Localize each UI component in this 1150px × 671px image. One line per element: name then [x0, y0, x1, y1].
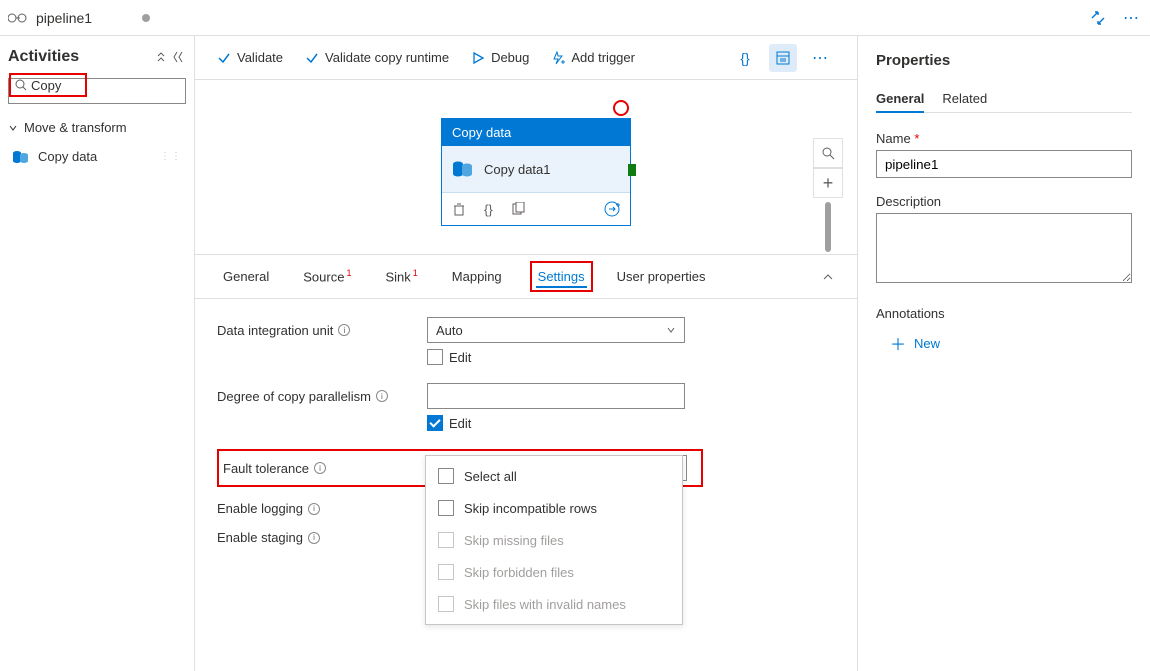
- check-icon: [217, 51, 231, 65]
- ft-option-skip-incompatible[interactable]: Skip incompatible rows: [426, 492, 682, 524]
- settings-panel: Data integration unit i Auto Edit Degree…: [195, 299, 857, 671]
- activities-search-row: Copy: [8, 78, 186, 104]
- add-trigger-button[interactable]: Add trigger: [551, 50, 635, 65]
- add-annotation-button[interactable]: ＋ New: [890, 331, 1132, 355]
- copy-data-icon: [452, 160, 474, 178]
- info-icon[interactable]: i: [376, 390, 388, 402]
- validate-runtime-button[interactable]: Validate copy runtime: [305, 50, 449, 65]
- search-icon: [821, 146, 835, 160]
- ft-option-skip-invalid: Skip files with invalid names: [426, 588, 682, 620]
- description-label: Description: [876, 194, 1132, 209]
- checkbox-icon: [438, 468, 454, 484]
- code-view-button[interactable]: {}: [731, 44, 759, 72]
- node-name: Copy data1: [484, 162, 551, 177]
- check-icon: [305, 51, 319, 65]
- props-tab-general[interactable]: General: [876, 85, 924, 112]
- checkbox-icon: [438, 564, 454, 580]
- play-icon: [471, 51, 485, 65]
- zoom-in-button[interactable]: +: [813, 168, 843, 198]
- pipeline-title[interactable]: pipeline1: [36, 10, 92, 26]
- info-icon[interactable]: i: [308, 503, 320, 515]
- checkbox-icon: [438, 596, 454, 612]
- success-handle[interactable]: [628, 164, 636, 176]
- zoom-slider[interactable]: [825, 202, 831, 252]
- debug-button[interactable]: Debug: [471, 50, 529, 65]
- tab-settings[interactable]: Settings: [530, 261, 593, 292]
- chevron-up-icon: [821, 270, 835, 284]
- chevron-down-icon: [8, 123, 18, 133]
- dcp-edit-label: Edit: [449, 416, 471, 431]
- enable-staging-label: Enable staging i: [217, 530, 427, 545]
- chevron-down-icon: [666, 325, 676, 335]
- expand-icon[interactable]: [1088, 8, 1108, 28]
- ft-option-skip-missing: Skip missing files: [426, 524, 682, 556]
- add-output-icon[interactable]: [604, 201, 620, 217]
- activity-copy-data[interactable]: Copy data ⋮⋮: [8, 143, 186, 170]
- node-body: Copy data1: [442, 146, 630, 192]
- checkbox-icon: [438, 532, 454, 548]
- validate-button[interactable]: Validate: [217, 50, 283, 65]
- bolt-icon: [551, 51, 565, 65]
- activities-panel: Activities Copy Move & transform Copy da…: [0, 36, 195, 671]
- fault-tolerance-dropdown: Select all Skip incompatible rows Skip m…: [425, 455, 683, 625]
- tab-bar: pipeline1 ⋯: [0, 0, 1150, 36]
- properties-toggle-button[interactable]: [769, 44, 797, 72]
- tab-source[interactable]: Source1: [297, 258, 357, 294]
- copy-icon[interactable]: [511, 202, 525, 216]
- properties-heading: Properties: [876, 52, 1132, 69]
- copy-data-icon: [12, 150, 30, 164]
- diu-edit-label: Edit: [449, 350, 471, 365]
- info-icon[interactable]: i: [338, 324, 350, 336]
- more-icon[interactable]: ⋯: [1122, 8, 1142, 28]
- ft-option-select-all[interactable]: Select all: [426, 460, 682, 492]
- dcp-input[interactable]: [427, 383, 685, 409]
- plus-icon: ＋: [890, 331, 906, 355]
- collapse-all-icon[interactable]: [154, 50, 168, 64]
- dcp-edit-checkbox[interactable]: [427, 415, 443, 431]
- detail-tabs: General Source1 Sink1 Mapping Settings U…: [195, 255, 857, 299]
- activities-search-highlight: Copy: [9, 73, 87, 97]
- properties-icon: [775, 50, 791, 66]
- name-input[interactable]: [876, 150, 1132, 178]
- collapse-panel-icon[interactable]: [172, 50, 186, 64]
- canvas[interactable]: Copy data Copy data1 {}: [195, 80, 857, 255]
- tab-user-properties[interactable]: User properties: [611, 259, 712, 294]
- name-label: Name *: [876, 131, 1132, 146]
- collapse-details-button[interactable]: [821, 270, 835, 284]
- tab-mapping[interactable]: Mapping: [446, 259, 508, 294]
- activities-heading: Activities: [8, 48, 154, 66]
- annotations-label: Annotations: [876, 306, 1132, 321]
- unsaved-dot-icon: [142, 14, 150, 22]
- diu-label: Data integration unit i: [217, 323, 427, 338]
- diu-select[interactable]: Auto: [427, 317, 685, 343]
- toolbar: Validate Validate copy runtime Debug Add…: [195, 36, 857, 80]
- toolbar-more-icon[interactable]: ⋯: [807, 44, 835, 72]
- activities-search-input[interactable]: Copy: [31, 78, 61, 93]
- props-tab-related[interactable]: Related: [942, 85, 987, 112]
- braces-icon[interactable]: {}: [484, 202, 493, 217]
- copy-data-node[interactable]: Copy data Copy data1 {}: [441, 118, 631, 226]
- search-icon: [15, 79, 27, 91]
- enable-logging-label: Enable logging i: [217, 501, 427, 516]
- delete-icon[interactable]: [452, 202, 466, 216]
- dcp-label: Degree of copy parallelism i: [217, 389, 427, 404]
- drag-grip-icon: ⋮⋮: [160, 151, 182, 162]
- checkbox-icon: [438, 500, 454, 516]
- search-canvas-button[interactable]: [813, 138, 843, 168]
- section-move-transform[interactable]: Move & transform: [8, 116, 186, 139]
- pipeline-icon: [8, 11, 30, 25]
- annotation-circle: [613, 100, 629, 116]
- description-input[interactable]: [876, 213, 1132, 283]
- center-panel: Validate Validate copy runtime Debug Add…: [195, 36, 858, 671]
- ft-option-skip-forbidden: Skip forbidden files: [426, 556, 682, 588]
- info-icon[interactable]: i: [314, 462, 326, 474]
- node-actions: {}: [442, 192, 630, 225]
- info-icon[interactable]: i: [308, 532, 320, 544]
- ft-label: Fault tolerance i: [223, 461, 429, 476]
- node-header: Copy data: [442, 119, 630, 146]
- properties-panel: Properties General Related Name * Descri…: [858, 36, 1150, 671]
- diu-edit-checkbox[interactable]: [427, 349, 443, 365]
- tab-general[interactable]: General: [217, 259, 275, 294]
- tab-sink[interactable]: Sink1: [379, 258, 423, 294]
